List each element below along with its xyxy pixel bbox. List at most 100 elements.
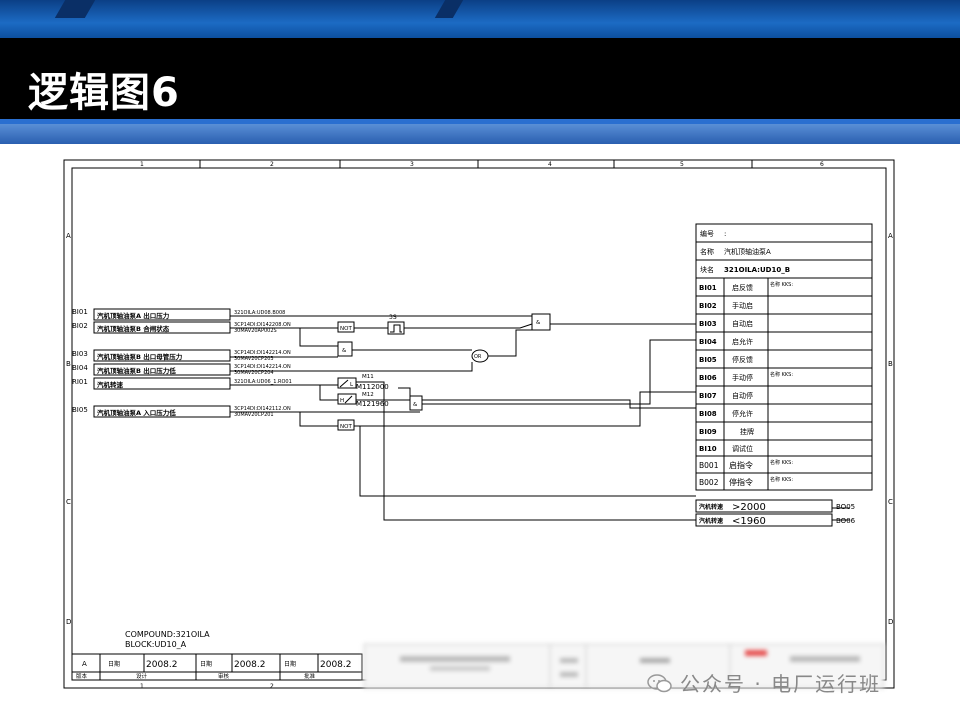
compound-info: COMPOUND:321OILA BLOCK:UD10_A — [125, 630, 210, 649]
watermark-text: 公众号 · 电厂运行班 — [680, 672, 882, 696]
input-ri01: RI01 汽机转速 321OILA:UD06_1.RO01 — [72, 377, 292, 390]
tb-label: 日期 — [108, 660, 120, 668]
wire — [299, 328, 338, 347]
pin-code: BI02 — [699, 302, 717, 310]
pin-label: 调试位 — [732, 444, 753, 453]
input-tag: 321OILA:UD06_1.RO01 — [234, 379, 292, 385]
pin-note: 名称 KKS: — [770, 371, 793, 378]
input-tag: 321OILA:UD08.B008 — [234, 310, 285, 316]
title-block: A 日期 2008.2 日期 2008.2 日期 2008.2 版本 设计 审核… — [71, 653, 363, 690]
input-code: BI05 — [72, 406, 88, 414]
pin-code: B001 — [699, 461, 719, 470]
role-label: 版本 — [76, 672, 88, 680]
wechat-icon — [647, 674, 672, 693]
input-code: BI01 — [72, 308, 88, 316]
svg-text:M11: M11 — [362, 374, 374, 380]
output-code: BO06 — [836, 517, 856, 525]
rev-label: A — [82, 660, 87, 668]
or-gate: OR — [471, 349, 489, 363]
title-bar: 逻辑图6 — [0, 38, 960, 124]
col-marker: 6 — [820, 161, 824, 168]
svg-text:H: H — [340, 398, 344, 404]
col-marker: 1 — [140, 683, 144, 690]
info-label: 编号 — [700, 229, 714, 238]
svg-text:OR: OR — [474, 354, 482, 360]
info-label: 块名 — [700, 265, 714, 274]
input-bi04: BI04 汽机顶轴油泵B 出口压力低 3CP14DI:DI142214.ON 3… — [72, 363, 291, 376]
svg-text:&: & — [342, 348, 347, 354]
pin-note: 名称 KKS: — [770, 459, 793, 466]
pin-code: BI04 — [699, 338, 717, 346]
hl-block-low: H M12 M121960 — [337, 392, 389, 408]
pin-note: 名称 KKS: — [770, 281, 793, 288]
row-marker: A — [66, 232, 71, 240]
top-strip — [0, 0, 960, 38]
pin-code: B002 — [699, 478, 719, 487]
pin-code: BI06 — [699, 374, 717, 382]
pin-rows: BI01 启反馈 名称 KKS: BI02 手动启 BI03 自动启 BI04 … — [696, 281, 872, 487]
info-value: : — [724, 230, 726, 238]
block-info-table: 编号 : 名称 汽机顶轴油泵A 块名 321OILA:UD10_B BI01 启… — [695, 223, 873, 491]
pin-label: 停指令 — [729, 477, 753, 487]
svg-text:&: & — [536, 320, 541, 326]
input-bi03: BI03 汽机顶轴油泵B 出口母管压力 3CP14DI:DI142214.ON … — [72, 349, 291, 362]
row-marker: D — [888, 618, 893, 626]
row-marker: C — [888, 498, 893, 506]
pin-code: BI05 — [699, 356, 717, 364]
col-marker: 2 — [270, 683, 274, 690]
info-value: 321OILA:UD10_B — [724, 266, 790, 274]
row-marker: B — [888, 360, 893, 368]
col-marker: 1 — [140, 161, 144, 168]
input-desc: 汽机顶轴油泵B 出口压力低 — [97, 366, 176, 375]
col-marker: 2 — [270, 161, 274, 168]
col-marker: 3 — [410, 161, 414, 168]
wire — [488, 329, 532, 357]
pin-code: BI08 — [699, 410, 717, 418]
tb-value: 2008.2 — [320, 660, 352, 670]
input-tag: 30MAV20CP201 — [234, 412, 274, 418]
hl-block-high: L M11 M112000 — [337, 374, 389, 391]
pin-label: 手动停 — [732, 373, 753, 382]
pin-code: BI07 — [699, 392, 717, 400]
block-label: BLOCK:UD10_A — [125, 640, 187, 649]
wire — [319, 385, 338, 401]
svg-text:M112000: M112000 — [356, 383, 389, 391]
info-value: 汽机顶轴油泵A — [724, 247, 771, 256]
and-gate-2: & — [409, 395, 423, 411]
svg-text:M12: M12 — [362, 392, 374, 398]
frame-inner — [71, 167, 887, 681]
input-desc: 汽机顶轴油泵B 合闸状态 — [97, 324, 170, 333]
pin-code: BI03 — [699, 320, 717, 328]
tb-label: 日期 — [284, 660, 296, 668]
input-code: BI02 — [72, 322, 88, 330]
pin-note: 名称 KKS: — [770, 476, 793, 483]
pin-label: 自动停 — [732, 391, 753, 400]
row-marker: C — [66, 498, 71, 506]
logic-diagram: 1 2 3 4 5 6 A B C D A B C D BI01 汽机顶轴油泵A… — [63, 159, 895, 690]
wire — [404, 323, 533, 329]
sub-bar — [0, 124, 960, 144]
pin-code: BI10 — [699, 445, 717, 453]
output-label: 汽机转速 — [699, 517, 723, 525]
tb-value: 2008.2 — [234, 660, 266, 670]
not-gate-1: NOT — [337, 321, 355, 333]
page-title: 逻辑图6 — [28, 70, 180, 116]
svg-text:3S: 3S — [389, 314, 397, 321]
output-code: BO05 — [836, 503, 855, 511]
pin-label: 启反馈 — [732, 283, 753, 292]
role-label: 审核 — [218, 672, 230, 680]
and-gate-1: & — [337, 341, 353, 357]
role-label: 设计 — [136, 672, 148, 680]
input-desc: 汽机顶轴油泵A 入口压力低 — [97, 408, 176, 417]
input-desc: 汽机转速 — [97, 380, 124, 389]
wire — [398, 387, 411, 396]
logic-gates: NOT 3S & OR & L M11 M112000 H M12 M12196… — [337, 313, 551, 431]
svg-text:&: & — [413, 402, 418, 408]
svg-text:NOT: NOT — [340, 424, 352, 430]
row-marker: D — [66, 618, 71, 626]
col-marker: 5 — [680, 161, 684, 168]
pulse-block: 3S — [387, 314, 405, 335]
pin-label: 启指令 — [729, 460, 753, 470]
wires — [230, 315, 850, 521]
output-value: >2000 — [732, 502, 766, 513]
